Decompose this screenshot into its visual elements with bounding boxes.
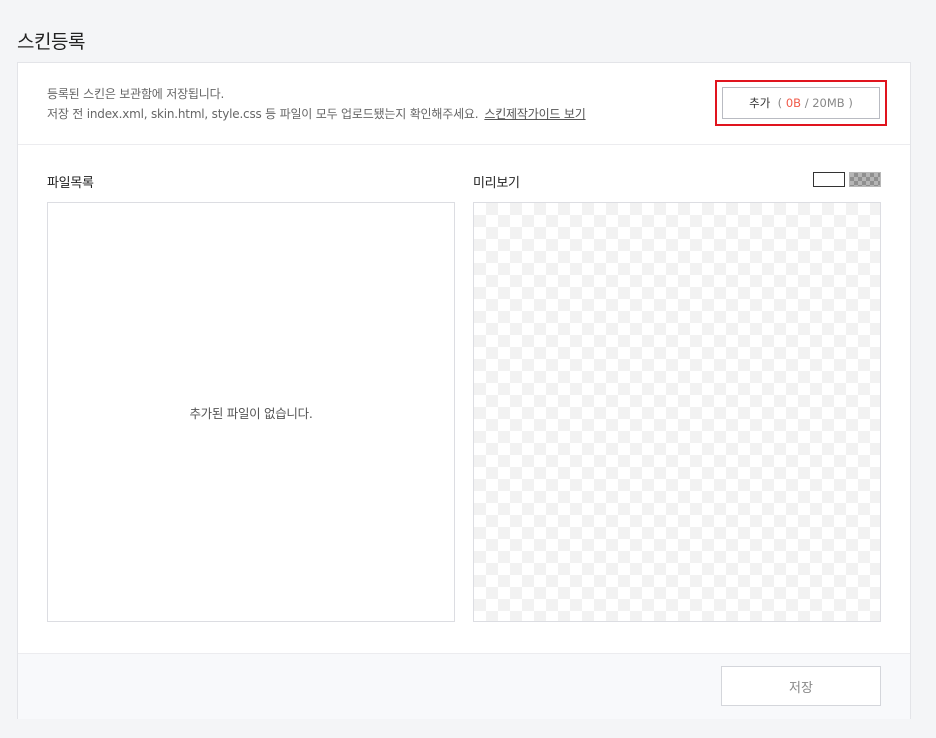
- add-button-label: 추가: [749, 96, 771, 110]
- info-text-check: 저장 전 index.xml, skin.html, style.css 등 파…: [47, 105, 586, 122]
- file-list-title: 파일목록: [47, 176, 94, 191]
- skin-upload-card: 등록된 스킨은 보관함에 저장됩니다. 저장 전 index.xml, skin…: [17, 62, 911, 719]
- preview-bg-checker-toggle[interactable]: [849, 172, 881, 187]
- file-list-panel[interactable]: 추가된 파일이 없습니다.: [47, 202, 455, 622]
- file-list-empty-message: 추가된 파일이 없습니다.: [189, 405, 313, 421]
- preview-title: 미리보기: [473, 176, 520, 191]
- preview-bg-white-toggle[interactable]: [813, 172, 845, 187]
- info-text-storage: 등록된 스킨은 보관함에 저장됩니다.: [47, 87, 225, 101]
- size-separator: /: [804, 96, 809, 110]
- skin-guide-link[interactable]: 스킨제작가이드 보기: [484, 107, 585, 121]
- info-text-check-body: 저장 전 index.xml, skin.html, style.css 등 파…: [47, 107, 479, 121]
- size-paren-open: (: [777, 96, 783, 110]
- page-title: 스킨등록: [17, 31, 85, 53]
- size-used: 0B: [785, 96, 802, 110]
- footer-bar: 저장: [18, 653, 910, 719]
- preview-panel: [473, 202, 881, 622]
- add-file-button[interactable]: 추가 ( 0B / 20MB ): [722, 87, 880, 119]
- add-button-highlight: 추가 ( 0B / 20MB ): [715, 80, 887, 126]
- info-section: 등록된 스킨은 보관함에 저장됩니다. 저장 전 index.xml, skin…: [18, 63, 910, 145]
- size-paren-close: ): [848, 96, 853, 110]
- save-button[interactable]: 저장: [721, 666, 881, 706]
- size-max: 20MB: [812, 96, 845, 110]
